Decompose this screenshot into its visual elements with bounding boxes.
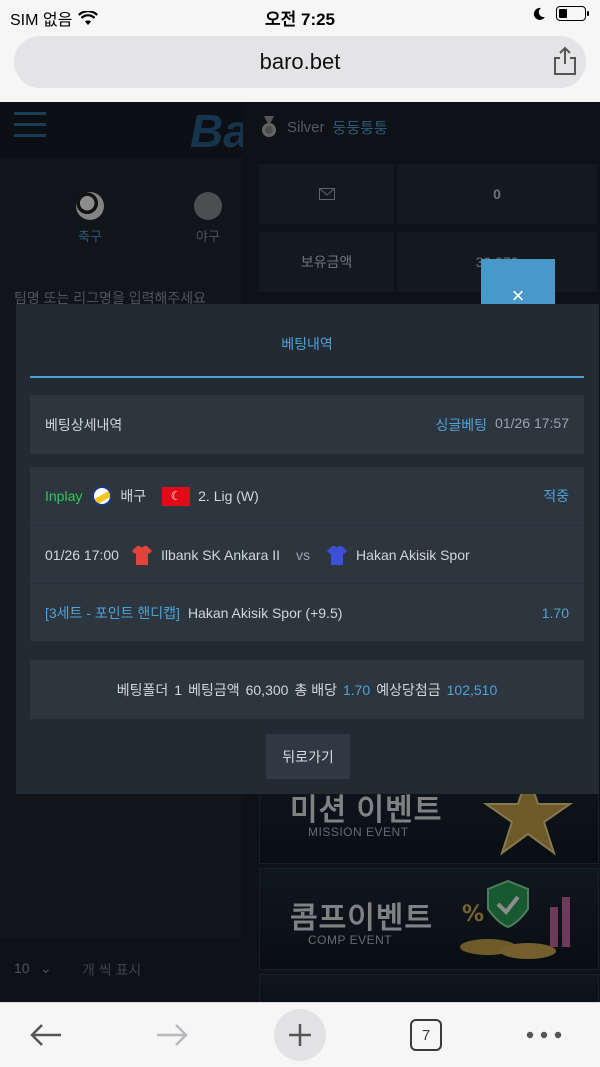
amount-value: 60,300	[245, 681, 289, 698]
pick-odds: 1.70	[541, 604, 569, 621]
total-odds-label: 총 배당	[294, 681, 337, 698]
home-jersey-icon	[131, 545, 152, 565]
plus-icon	[274, 1009, 326, 1061]
match-teams-row: 01/26 17:00 Ilbank SK Ankara II vs Hakan…	[30, 525, 584, 583]
moon-icon	[533, 7, 545, 20]
bet-time: 01/26 17:57	[495, 414, 569, 431]
detail-label: 베팅상세내역	[45, 416, 123, 433]
share-icon[interactable]	[552, 46, 578, 76]
new-tab-button[interactable]	[274, 1009, 326, 1061]
bet-summary: 베팅폴더 1 베팅금액 60,300 총 배당 1.70 예상당첨금 102,5…	[30, 660, 584, 719]
folder-label: 베팅폴더	[116, 681, 169, 698]
expected-value: 102,510	[446, 681, 498, 698]
away-team: Hakan Akisik Spor	[356, 546, 470, 563]
vs-label: vs	[296, 546, 311, 563]
expected-label: 예상당첨금	[376, 681, 441, 698]
bet-history-modal: 베팅내역 베팅상세내역 싱글베팅 01/26 17:57 Inplay 배구 ☾…	[16, 304, 599, 794]
modal-title: 베팅내역	[281, 336, 333, 352]
clock: 오전 7:25	[264, 10, 336, 29]
inplay-badge: Inplay	[45, 488, 83, 504]
match-pick-row: [3세트 - 포인트 핸디캡] Hakan Akisik Spor (+9.5)…	[30, 583, 584, 641]
pick-name: Hakan Akisik Spor (+9.5)	[187, 604, 343, 621]
bet-detail-header: 베팅상세내역 싱글베팅 01/26 17:57	[30, 395, 584, 454]
back-arrow-icon[interactable]	[24, 1013, 68, 1057]
forward-arrow-icon[interactable]	[150, 1013, 194, 1057]
total-odds-value: 1.70	[342, 681, 371, 698]
folder-value: 1	[174, 681, 183, 698]
market-name: [3세트 - 포인트 핸디캡]	[45, 604, 180, 621]
address-bar[interactable]: baro.bet	[14, 36, 586, 88]
result-status: 적중	[543, 488, 569, 504]
status-bar: SIM 없음 오전 7:25	[0, 0, 600, 32]
browser-toolbar: 7	[0, 1002, 600, 1067]
tabs-count: 7	[410, 1019, 442, 1051]
back-button[interactable]: 뒤로가기	[266, 734, 350, 779]
away-jersey-icon	[327, 545, 348, 565]
address-bar-area: baro.bet	[0, 32, 600, 102]
sport-name: 배구	[120, 488, 147, 504]
bet-type: 싱글베팅	[435, 416, 488, 433]
amount-label: 베팅금액	[188, 681, 240, 698]
title-underline	[30, 376, 584, 378]
league-name: 2. Lig (W)	[198, 488, 259, 504]
status-right	[532, 6, 589, 21]
battery-icon	[556, 6, 589, 21]
url-text: baro.bet	[259, 49, 341, 74]
match-league-row: Inplay 배구 ☾ 2. Lig (W) 적중	[30, 467, 584, 525]
tabs-button[interactable]: 7	[404, 1013, 448, 1057]
more-icon[interactable]	[522, 1013, 566, 1057]
turkey-flag-icon: ☾	[162, 486, 191, 506]
match-time: 01/26 17:00	[45, 546, 119, 563]
home-team: Ilbank SK Ankara II	[160, 546, 281, 563]
volleyball-icon	[92, 486, 113, 506]
match-card: Inplay 배구 ☾ 2. Lig (W) 적중 01/26 17:00 Il…	[30, 467, 584, 641]
